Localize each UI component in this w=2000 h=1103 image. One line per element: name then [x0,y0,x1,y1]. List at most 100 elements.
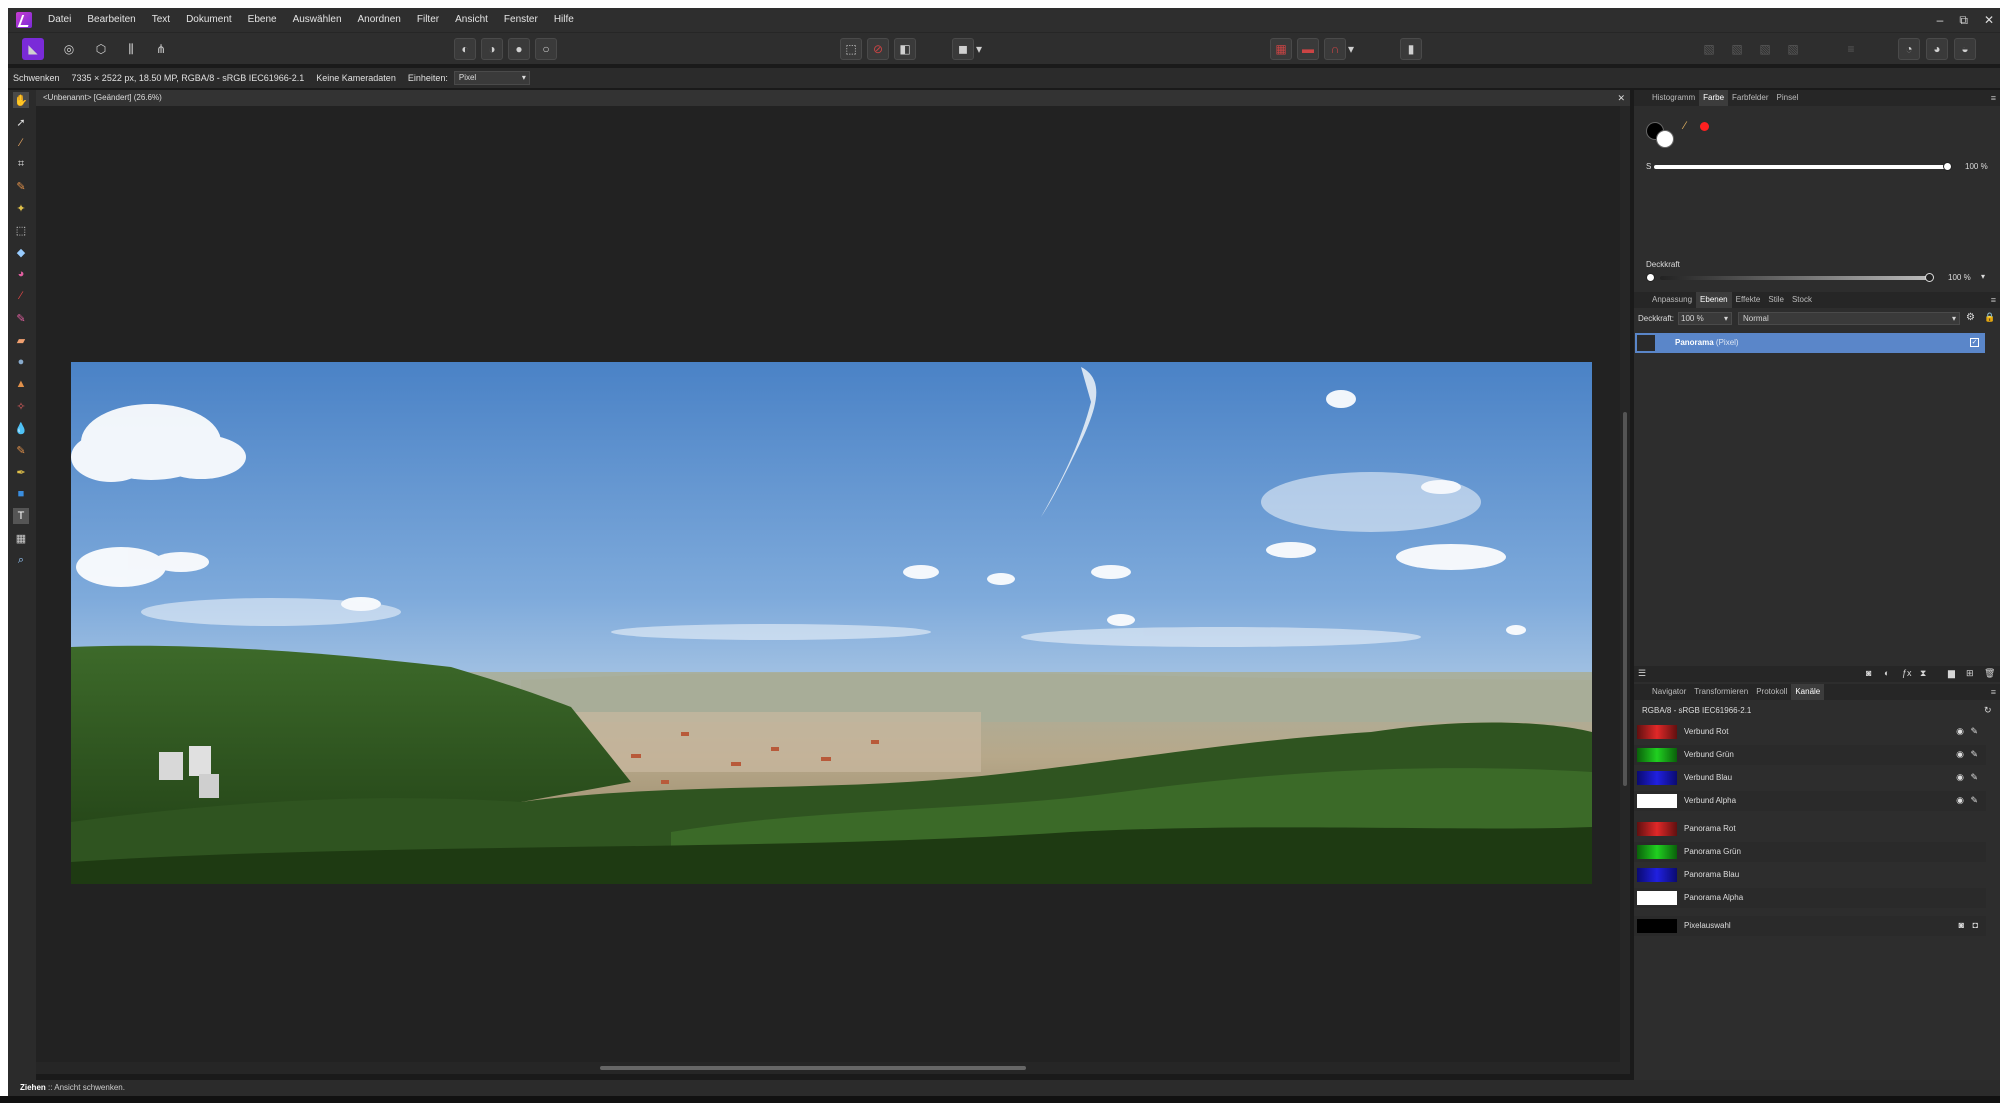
opacity-value[interactable]: 100 % [1948,273,1971,282]
delete-layer-icon[interactable]: 🗑 [1984,668,1995,679]
mask-channel-icon[interactable]: ◙ [1959,920,1964,930]
opacity-dropdown-icon[interactable]: ▾ [1981,272,1985,281]
clone-brush-tool-icon[interactable]: ▲ [13,376,29,392]
arrange-front-icon[interactable]: ▧ [1698,38,1720,60]
magnet-snapping-icon[interactable]: ∩ [1324,38,1346,60]
lock-icon[interactable]: 🔒 [1984,312,1995,323]
assistant-icon[interactable]: ▮ [1400,38,1422,60]
tab-navigator[interactable]: Navigator [1648,684,1690,700]
tab-transformieren[interactable]: Transformieren [1690,684,1752,700]
eye-icon[interactable]: ◉ [1956,726,1964,737]
channel-row-panorama-blau[interactable]: Panorama Blau [1634,865,1986,885]
eye-icon[interactable]: ◉ [1956,749,1964,760]
color-picker-tool-icon[interactable]: ∕ [13,135,29,151]
rectangular-marquee-tool-icon[interactable]: ⬚ [13,222,29,238]
menu-dokument[interactable]: Dokument [178,8,240,32]
folder-icon[interactable]: ▆ [1948,668,1955,679]
auto-contrast-icon[interactable]: ◑ [481,38,503,60]
eyedropper-icon[interactable]: ∕ [1684,120,1686,132]
tab-effekte[interactable]: Effekte [1732,292,1765,308]
vertical-scroll-thumb[interactable] [1623,412,1627,786]
liquify-persona-icon[interactable]: ◎ [58,38,80,60]
spare-channel-icon[interactable]: ◘ [1973,920,1978,930]
channel-row-panorama-gruen[interactable]: Panorama Grün [1634,842,1986,862]
auto-levels-icon[interactable]: ◐ [454,38,476,60]
menu-auswaehlen[interactable]: Auswählen [285,8,350,32]
menu-anordnen[interactable]: Anordnen [350,8,409,32]
hand-tool-icon[interactable]: ✋ [13,92,29,108]
tab-stock[interactable]: Stock [1788,292,1816,308]
smudge-brush-tool-icon[interactable]: ✎ [13,442,29,458]
export-persona-icon[interactable]: ⋔ [150,38,172,60]
tab-anpassung[interactable]: Anpassung [1648,292,1696,308]
artistic-text-tool-icon[interactable]: T [13,508,29,524]
menu-ebene[interactable]: Ebene [240,8,285,32]
channel-row-verbund-gruen[interactable]: Verbund Grün ◉ ✎ [1634,745,1986,765]
secondary-color-swatch[interactable] [1656,130,1674,148]
saturation-slider-knob[interactable] [1943,162,1952,171]
marquee-select-icon[interactable]: ⬚ [840,38,862,60]
fx-icon[interactable]: ƒx [1902,668,1912,678]
dodge-brush-tool-icon[interactable]: ● [13,354,29,370]
horizontal-scroll-thumb[interactable] [600,1066,1026,1070]
align-icon[interactable]: ≡ [1840,38,1862,60]
develop-persona-icon[interactable]: ⬡ [90,38,112,60]
menu-datei[interactable]: Datei [40,8,79,32]
horizontal-scrollbar[interactable] [36,1062,1630,1074]
picked-color-swatch[interactable] [1700,122,1709,131]
adjustment-icon[interactable]: ◐ [1884,668,1889,678]
color-replacement-brush-icon[interactable]: ✎ [13,310,29,326]
grid-icon[interactable]: ▦ [1270,38,1292,60]
menu-text[interactable]: Text [144,8,178,32]
move-tool-icon[interactable]: ➚ [13,114,29,130]
flood-fill-tool-icon[interactable]: ◆ [13,244,29,260]
auto-white-balance-icon[interactable]: ○ [535,38,557,60]
layer-visibility-checkbox[interactable]: ✓ [1970,338,1979,347]
eye-icon[interactable]: ◉ [1956,772,1964,783]
units-dropdown[interactable]: Pixel [453,71,530,85]
tab-ebenen[interactable]: Ebenen [1696,292,1732,308]
channel-row-verbund-blau[interactable]: Verbund Blau ◉ ✎ [1634,768,1986,788]
deselect-icon[interactable]: ⊘ [867,38,889,60]
live-filter-icon[interactable]: ⧗ [1920,668,1926,679]
snapping-dropdown-icon[interactable]: ▾ [1346,38,1356,60]
tab-farbe[interactable]: Farbe [1699,90,1729,106]
close-window-button[interactable]: ✕ [1984,8,1994,32]
menu-bearbeiten[interactable]: Bearbeiten [79,8,143,32]
tab-histogramm[interactable]: Histogramm [1648,90,1699,106]
channel-row-pixelauswahl[interactable]: Pixelauswahl ◙ ◘ [1634,916,1986,936]
menu-ansicht[interactable]: Ansicht [447,8,496,32]
paint-brush-tool-icon[interactable]: ∕ [13,288,29,304]
arrange-forward-icon[interactable]: ▧ [1726,38,1748,60]
mask-icon[interactable]: ◙ [1866,668,1871,678]
boolean-subtract-icon[interactable]: ◕ [1926,38,1948,60]
crop-tool-icon[interactable]: ⌗ [13,156,29,172]
panel-menu-icon[interactable]: ≡ [1991,292,1996,308]
selection-brush-tool-icon[interactable]: ✎ [13,178,29,194]
saturation-slider[interactable] [1654,165,1948,169]
edit-icon[interactable]: ✎ [1970,749,1978,760]
menu-fenster[interactable]: Fenster [496,8,546,32]
boolean-add-icon[interactable]: ◔ [1898,38,1920,60]
gear-icon[interactable]: ⚙ [1966,312,1975,323]
tab-pinsel[interactable]: Pinsel [1773,90,1803,106]
eye-icon[interactable]: ◉ [1956,795,1964,806]
opacity-start-knob[interactable] [1646,273,1655,282]
channel-row-panorama-rot[interactable]: Panorama Rot [1634,819,1986,839]
layer-row-panorama[interactable]: Panorama (Pixel) ✓ [1635,333,1985,353]
saturation-value[interactable]: 100 % [1965,162,1988,171]
refresh-icon[interactable]: ↻ [1984,705,1992,716]
restore-button[interactable]: ⧉ [1959,8,1968,32]
boolean-intersect-icon[interactable]: ◒ [1954,38,1976,60]
document-tab[interactable]: <Unbenannt> [Geändert] (26.6%) ✕ [36,90,1630,106]
inpainting-brush-tool-icon[interactable]: ✧ [13,398,29,414]
channel-row-panorama-alpha[interactable]: Panorama Alpha [1634,888,1986,908]
channel-row-verbund-alpha[interactable]: Verbund Alpha ◉ ✎ [1634,791,1986,811]
tab-protokoll[interactable]: Protokoll [1752,684,1791,700]
tab-kanaele[interactable]: Kanäle [1791,684,1825,700]
blur-brush-tool-icon[interactable]: 💧 [13,420,29,436]
gradient-tool-icon[interactable]: ◕ [13,266,29,282]
quick-mask-dropdown-icon[interactable]: ▾ [974,38,984,60]
tab-farbfelder[interactable]: Farbfelder [1728,90,1772,106]
menu-filter[interactable]: Filter [409,8,447,32]
